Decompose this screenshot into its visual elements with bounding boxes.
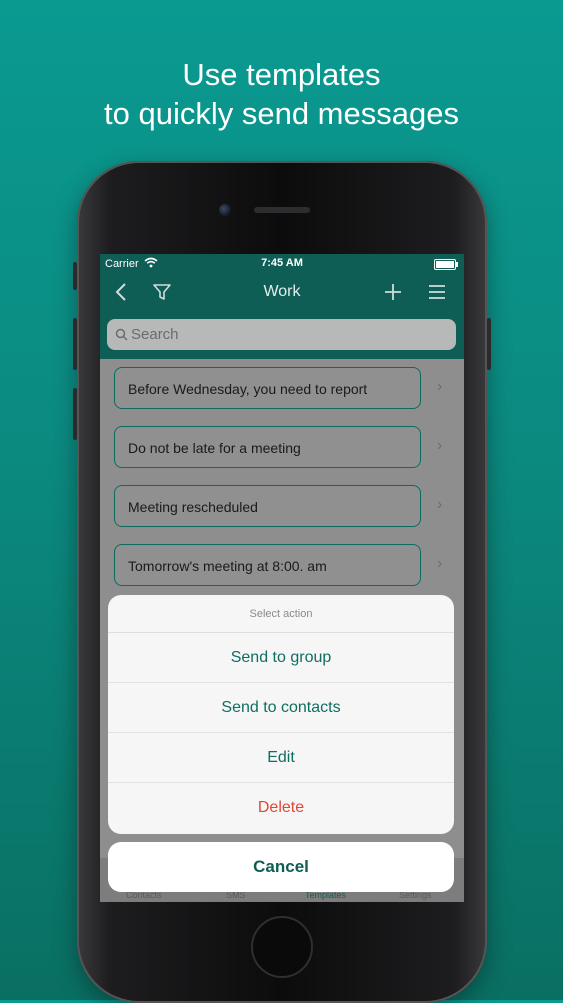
headline-line-2: to quickly send messages (104, 96, 459, 131)
search-input[interactable] (131, 319, 451, 350)
add-icon[interactable] (383, 282, 403, 307)
action-sheet-title: Select action (108, 595, 454, 633)
home-button[interactable] (251, 916, 313, 978)
template-item[interactable]: Meeting rescheduled (114, 485, 421, 527)
template-text: Meeting rescheduled (128, 499, 258, 515)
front-camera (219, 204, 231, 216)
delete-button[interactable]: Delete (108, 783, 454, 833)
cancel-button[interactable]: Cancel (108, 842, 454, 892)
template-item[interactable]: Do not be late for a meeting (114, 426, 421, 468)
mute-switch (73, 388, 77, 440)
headline-line-1: Use templates (182, 57, 381, 92)
chevron-right-icon[interactable]: › (437, 437, 442, 455)
battery-icon (434, 259, 458, 270)
edit-button[interactable]: Edit (108, 733, 454, 783)
send-to-group-button[interactable]: Send to group (108, 633, 454, 683)
chevron-right-icon[interactable]: › (437, 378, 442, 396)
action-sheet: Select action Send to group Send to cont… (108, 595, 454, 834)
template-item[interactable]: Tomorrow's meeting at 8:00. am (114, 544, 421, 586)
search-field[interactable] (107, 319, 456, 350)
chevron-right-icon[interactable]: › (437, 496, 442, 514)
menu-icon[interactable] (427, 282, 447, 307)
app-screen: Carrier 7:45 AM Work Search Before Wedne… (100, 254, 464, 902)
status-bar: Carrier 7:45 AM (100, 254, 464, 274)
search-bar-container (100, 311, 464, 359)
screen-title: Work (263, 283, 301, 300)
power-button (487, 318, 491, 370)
volume-up-button (73, 262, 77, 290)
send-to-contacts-button[interactable]: Send to contacts (108, 683, 454, 733)
navigation-bar: Work (100, 274, 464, 311)
earpiece-speaker (254, 207, 310, 213)
chevron-right-icon[interactable]: › (437, 555, 442, 573)
status-time: 7:45 AM (261, 257, 303, 269)
template-text: Do not be late for a meeting (128, 440, 301, 456)
search-icon (115, 328, 128, 346)
volume-down-button (73, 318, 77, 370)
template-text: Tomorrow's meeting at 8:00. am (128, 558, 327, 574)
template-text: Before Wednesday, you need to report (128, 381, 368, 397)
template-item[interactable]: Before Wednesday, you need to report (114, 367, 421, 409)
